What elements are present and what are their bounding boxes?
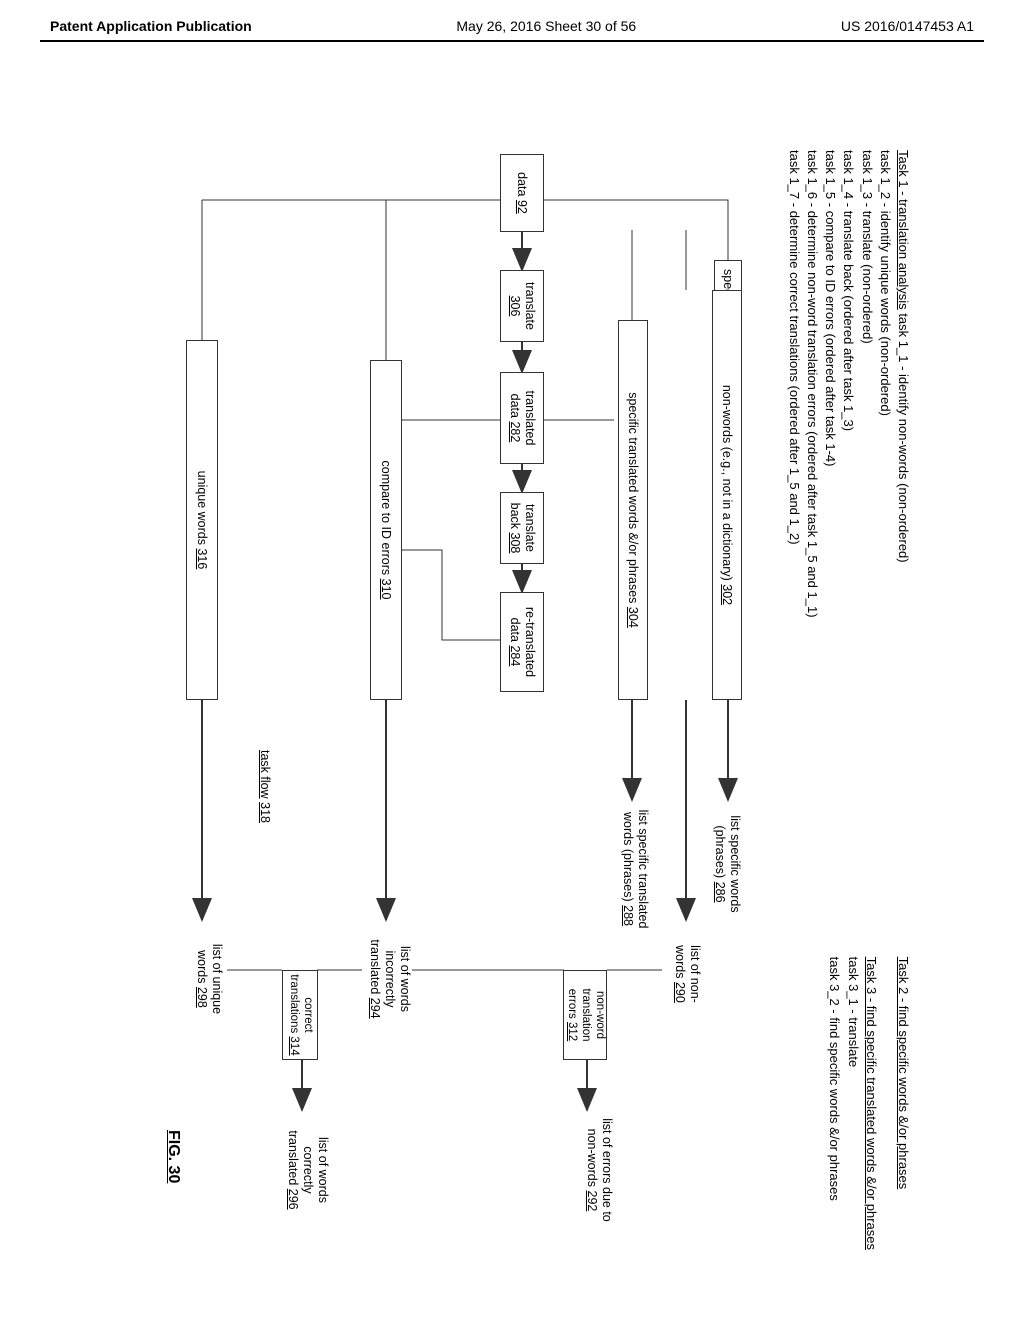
task1-item4: task 1_5 - compare to ID errors (ordered…: [821, 150, 839, 618]
figure: Task 1 - translation analysis task 1_1 -…: [112, 140, 912, 1260]
box-retranslated: re-translated data 284: [500, 592, 544, 692]
box-translated-data: translated data 282: [500, 372, 544, 464]
box-compare: compare to ID errors 310: [370, 360, 402, 700]
box-specific-translated: specific translated words &/or phrases 3…: [618, 320, 648, 700]
box-non-words: non-words (e.g., not in a dictionary) 30…: [712, 290, 742, 700]
task2-title: Task 2 - find specific words &/or phrase…: [894, 957, 912, 1250]
task1-item0: task 1_1 - identify non-words (non-order…: [896, 313, 911, 562]
out-list-incorrect: list of words incorrectly translated 294: [367, 924, 412, 1034]
figure-number: FIG. 30: [164, 1130, 182, 1183]
task1-item2: task 1_3 - translate (non-ordered): [857, 150, 875, 618]
task1-title: Task 1 - translation analysis: [896, 150, 911, 310]
header-left: Patent Application Publication: [50, 18, 252, 34]
arrows-svg: [112, 140, 742, 1260]
task1-item1: task 1_2 - identify unique words (non-or…: [876, 150, 894, 618]
page-header: Patent Application Publication May 26, 2…: [0, 0, 1024, 40]
header-center: May 26, 2016 Sheet 30 of 56: [456, 18, 636, 34]
flow-diagram: specific words &/or phrases 300 non-word…: [112, 140, 742, 1260]
out-list-correct: list of words correctly translated 296: [285, 1115, 330, 1225]
task3-item1: task 3_2 - find specific words &/or phra…: [825, 957, 843, 1250]
out-list-nonwords: list of non-words 290: [672, 924, 702, 1024]
task1-item3: task 1_4 - translate back (ordered after…: [839, 150, 857, 618]
task1-col: Task 1 - translation analysis task 1_1 -…: [785, 150, 912, 618]
task-lists: Task 1 - translation analysis task 1_1 -…: [785, 150, 912, 1250]
header-right: US 2016/0147453 A1: [841, 18, 974, 34]
out-list-unique: list of unique words 298: [194, 924, 224, 1034]
taskflow-label: task flow 318: [257, 750, 272, 823]
task1-item5: task 1_6 - determine non-word translatio…: [803, 150, 821, 618]
box-translate-back: translate back 308: [500, 492, 544, 564]
task3-title: Task 3 - find specific translated words …: [862, 957, 880, 1250]
figure-rotated: Task 1 - translation analysis task 1_1 -…: [112, 140, 912, 1260]
header-divider: [40, 40, 984, 42]
out-list-specific-words: list specific words (phrases) 286: [712, 804, 742, 924]
box-translate: translate306: [500, 270, 544, 342]
task1-item6: task 1_7 - determine correct translation…: [785, 150, 803, 618]
box-unique-words: unique words 316: [186, 340, 218, 700]
task23-col: Task 2 - find specific words &/or phrase…: [785, 957, 912, 1250]
out-list-err-nonwords: list of errors due to non-words 292: [584, 1115, 614, 1225]
box-data: data 92: [500, 154, 544, 232]
out-list-specific-translated: list specific translated words (phrases)…: [620, 804, 650, 934]
box-correct-trans: correct translations 314: [282, 970, 318, 1060]
box-nonword-err: non-word translation errors 312: [563, 970, 607, 1060]
task3-item0: task 3_1 - translate: [843, 957, 861, 1250]
